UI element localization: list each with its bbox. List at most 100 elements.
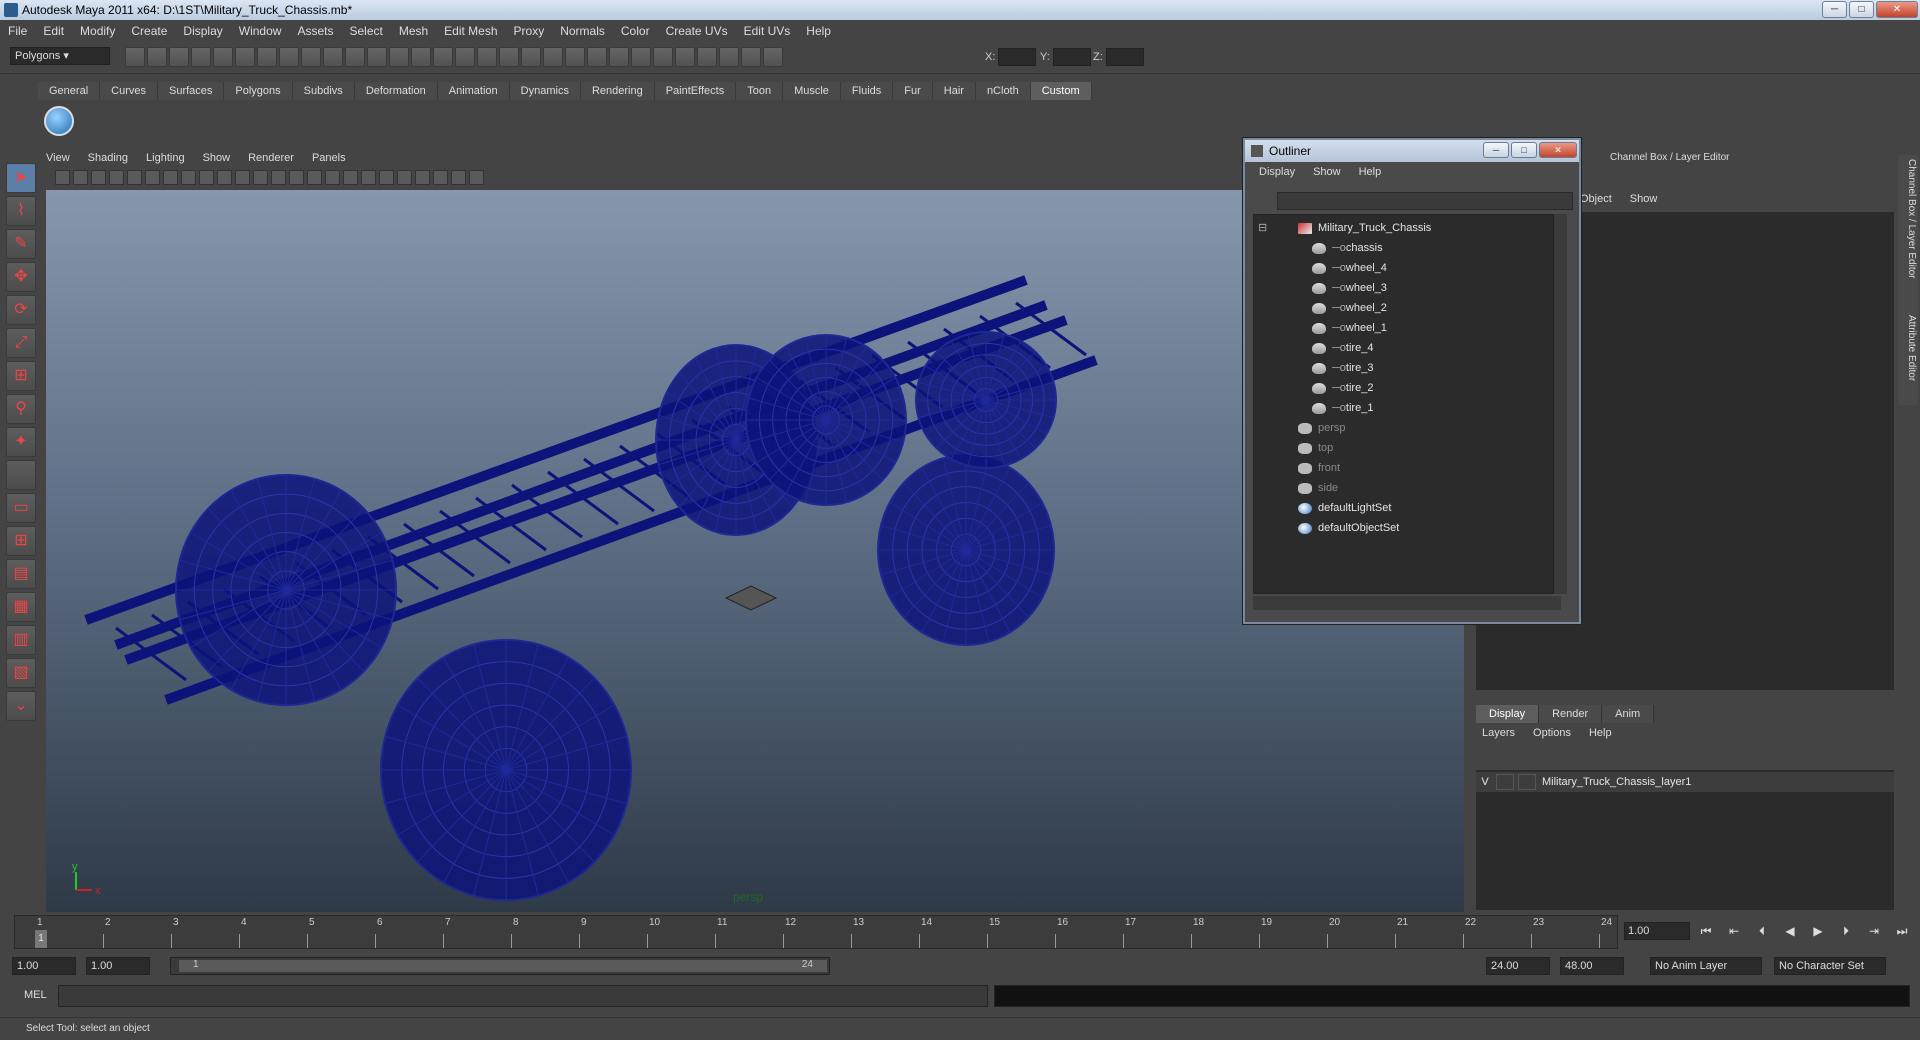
shelf-tab-rendering[interactable]: Rendering — [580, 82, 655, 100]
menu-edit[interactable]: Edit — [43, 24, 64, 38]
menu-help[interactable]: Help — [806, 24, 831, 38]
outliner-menu-show[interactable]: Show — [1313, 166, 1341, 178]
shelf-tab-fluids[interactable]: Fluids — [840, 82, 894, 100]
layer-menu-help[interactable]: Help — [1589, 727, 1612, 739]
step-forward-key-icon[interactable]: ⇥ — [1864, 922, 1884, 940]
y-input[interactable] — [1052, 48, 1091, 66]
animation-start-field[interactable]: 1.00 — [12, 957, 76, 975]
viewport-tool-22-icon[interactable] — [451, 170, 466, 185]
menu-normals[interactable]: Normals — [560, 24, 605, 38]
animation-end-field[interactable]: 48.00 — [1560, 957, 1624, 975]
paint-select-tool-icon[interactable]: ✎ — [6, 229, 36, 259]
current-time-marker[interactable]: 1 — [35, 930, 47, 948]
outliner-persp-layout-icon[interactable]: ▤ — [6, 559, 36, 589]
shelf-tab-muscle[interactable]: Muscle — [783, 82, 841, 100]
status-tool-11-icon[interactable] — [367, 47, 387, 67]
viewport-tool-7-icon[interactable] — [181, 170, 196, 185]
layer-playback-toggle[interactable] — [1496, 774, 1514, 790]
viewport-tool-9-icon[interactable] — [217, 170, 232, 185]
status-tool-2-icon[interactable] — [169, 47, 189, 67]
layer-menu-options[interactable]: Options — [1533, 727, 1571, 739]
time-slider[interactable]: 1 2 3 4 5 6 7 8 9 10 11 12 13 14 15 16 17 18 19 20 21 22 23 24 1 — [14, 915, 1618, 949]
viewport-tool-5-icon[interactable] — [145, 170, 160, 185]
go-to-start-icon[interactable]: ⏮ — [1696, 922, 1716, 940]
status-tool-20-icon[interactable] — [565, 47, 585, 67]
menu-mesh[interactable]: Mesh — [399, 24, 428, 38]
status-tool-28-icon[interactable] — [741, 47, 761, 67]
viewport-tool-4-icon[interactable] — [127, 170, 142, 185]
outliner-menu-display[interactable]: Display — [1259, 166, 1295, 178]
viewport-menu-shading[interactable]: Shading — [88, 152, 128, 168]
viewport-menu-panels[interactable]: Panels — [312, 152, 346, 168]
minimize-button[interactable]: ─ — [1822, 1, 1847, 18]
status-tool-10-icon[interactable] — [345, 47, 365, 67]
status-tool-21-icon[interactable] — [587, 47, 607, 67]
outliner-item-tire-2[interactable]: ─o tire_2 — [1312, 379, 1373, 397]
shelf-tab-polygons[interactable]: Polygons — [224, 82, 293, 100]
channel-box-menu-show[interactable]: Show — [1630, 193, 1658, 205]
menu-assets[interactable]: Assets — [297, 24, 333, 38]
layer-menu-layers[interactable]: Layers — [1482, 727, 1515, 739]
playback-end-field[interactable]: 24.00 — [1486, 957, 1550, 975]
menu-display[interactable]: Display — [183, 24, 222, 38]
z-input[interactable] — [1105, 48, 1144, 66]
viewport-tool-18-icon[interactable] — [379, 170, 394, 185]
shelf-tab-deformation[interactable]: Deformation — [354, 82, 438, 100]
playback-start-field[interactable]: 1.00 — [86, 957, 150, 975]
outliner-item-wheel-4[interactable]: ─o wheel_4 — [1312, 259, 1387, 277]
step-back-key-icon[interactable]: ⇤ — [1724, 922, 1744, 940]
close-button[interactable]: ✕ — [1876, 1, 1918, 18]
status-tool-1-icon[interactable] — [147, 47, 167, 67]
outliner-item-tire-3[interactable]: ─o tire_3 — [1312, 359, 1373, 377]
viewport-tool-16-icon[interactable] — [343, 170, 358, 185]
status-tool-23-icon[interactable] — [631, 47, 651, 67]
select-tool-icon[interactable]: ➤ — [6, 163, 36, 193]
status-tool-12-icon[interactable] — [389, 47, 409, 67]
layer-tab-anim[interactable]: Anim — [1602, 705, 1655, 723]
anim-layer-select[interactable]: No Anim Layer — [1650, 957, 1762, 975]
viewport-menu-lighting[interactable]: Lighting — [146, 152, 185, 168]
character-set-select[interactable]: No Character Set — [1774, 957, 1886, 975]
status-tool-7-icon[interactable] — [279, 47, 299, 67]
status-tool-16-icon[interactable] — [477, 47, 497, 67]
step-back-frame-icon[interactable]: ⏴ — [1752, 922, 1772, 940]
menu-window[interactable]: Window — [239, 24, 282, 38]
shelf-tab-curves[interactable]: Curves — [100, 82, 158, 100]
scale-tool-icon[interactable]: ⤢ — [6, 328, 36, 358]
status-tool-15-icon[interactable] — [455, 47, 475, 67]
outliner-item-top[interactable]: top — [1298, 439, 1333, 457]
outliner-maximize-button[interactable]: □ — [1511, 142, 1537, 158]
shelf-tab-hair[interactable]: Hair — [932, 82, 976, 100]
viewport-tool-6-icon[interactable] — [163, 170, 178, 185]
outliner-item-defaultobjectset[interactable]: defaultObjectSet — [1298, 519, 1399, 537]
menu-edit-uvs[interactable]: Edit UVs — [744, 24, 791, 38]
outliner-item-wheel-3[interactable]: ─o wheel_3 — [1312, 279, 1387, 297]
status-tool-27-icon[interactable] — [719, 47, 739, 67]
outliner-vertical-scrollbar[interactable] — [1553, 214, 1567, 594]
outliner-item-defaultlightset[interactable]: defaultLightSet — [1298, 499, 1391, 517]
shelf-tab-toon[interactable]: Toon — [736, 82, 784, 100]
custom-shelf-check-icon[interactable] — [44, 106, 74, 136]
extra-layout-icon[interactable]: ⌄ — [6, 691, 36, 721]
viewport-tool-0-icon[interactable] — [55, 170, 70, 185]
shelf-tab-dynamics[interactable]: Dynamics — [509, 82, 581, 100]
menu-modify[interactable]: Modify — [80, 24, 115, 38]
show-manipulator-icon[interactable]: ✦ — [6, 427, 36, 457]
viewport-tool-10-icon[interactable] — [235, 170, 250, 185]
side-tab-attribute-editor[interactable]: Attribute Editor — [1899, 315, 1917, 381]
mel-label[interactable]: MEL — [24, 989, 47, 1001]
shelf-tab-animation[interactable]: Animation — [437, 82, 510, 100]
status-tool-29-icon[interactable] — [763, 47, 783, 67]
move-tool-icon[interactable]: ✥ — [6, 262, 36, 292]
viewport-tool-2-icon[interactable] — [91, 170, 106, 185]
shelf-tab-subdivs[interactable]: Subdivs — [292, 82, 355, 100]
outliner-horizontal-scrollbar[interactable] — [1253, 596, 1561, 610]
menu-file[interactable]: File — [8, 24, 27, 38]
soft-mod-tool-icon[interactable]: ⚲ — [6, 394, 36, 424]
status-tool-8-icon[interactable] — [301, 47, 321, 67]
outliner-item-front[interactable]: front — [1298, 459, 1340, 477]
custom-layout-icon[interactable]: ▧ — [6, 658, 36, 688]
rotate-tool-icon[interactable]: ⟳ — [6, 295, 36, 325]
outliner-minimize-button[interactable]: ─ — [1483, 142, 1509, 158]
layer-row[interactable]: V Military_Truck_Chassis_layer1 — [1476, 772, 1894, 792]
